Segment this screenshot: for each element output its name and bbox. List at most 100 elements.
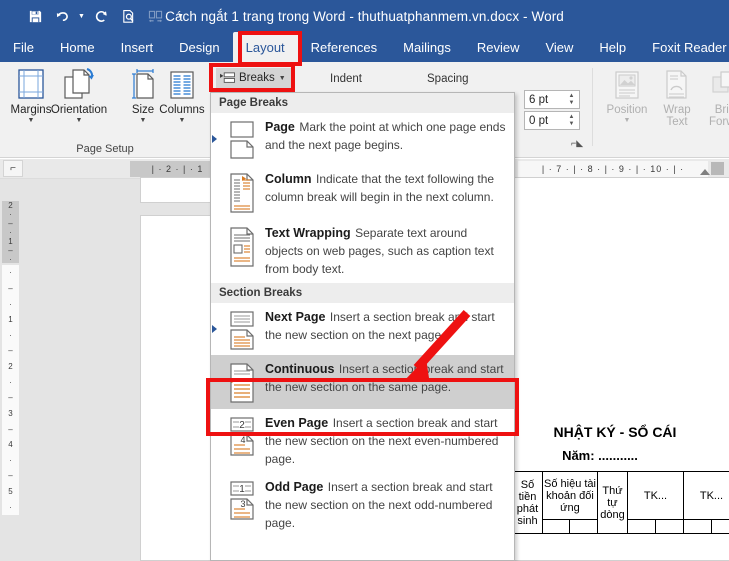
- ledger-table[interactable]: Số tiền phát sinh Số hiệu tài khoản đối …: [512, 471, 729, 534]
- spacing-before-stepper[interactable]: ▲▼: [565, 91, 578, 108]
- vruler-dash-b: –: [8, 246, 12, 255]
- tab-foxit-reader-pdf[interactable]: Foxit Reader PDF: [639, 32, 729, 62]
- th-so-tien-phat-sinh: Số tiền phát sinh: [513, 472, 543, 534]
- vruler-dash-a: –: [8, 219, 12, 228]
- vruler-dash-3: –: [8, 393, 12, 402]
- vruler-dot-b: ·: [9, 228, 12, 237]
- margins-icon: [14, 65, 48, 101]
- vruler-tick-3: 3: [8, 409, 12, 418]
- spacing-after-stepper[interactable]: ▲▼: [565, 112, 578, 129]
- menu-item-page-desc: Mark the point at which one page ends an…: [265, 120, 505, 152]
- breaks-dropdown-menu[interactable]: Page Breaks Page Mark the point at which…: [210, 92, 515, 561]
- menu-item-next-page[interactable]: Next Page Insert a section break and sta…: [211, 303, 514, 355]
- vruler-dot-2: ·: [9, 300, 12, 309]
- menu-item-continuous[interactable]: Continuous Insert a section break and st…: [211, 355, 514, 409]
- columns-icon: [167, 65, 197, 101]
- undo-dropdown-caret[interactable]: ▼: [76, 3, 87, 29]
- menu-item-even-page[interactable]: 24 Even Page Insert a section break and …: [211, 409, 514, 473]
- columns-button[interactable]: Columns ▼: [155, 65, 209, 125]
- cell-blank-4[interactable]: [655, 520, 683, 534]
- cell-blank-6[interactable]: [711, 520, 729, 534]
- menu-item-page-title: Page: [265, 120, 295, 134]
- orientation-button[interactable]: Orientation ▼: [52, 65, 106, 125]
- spacing-after-input[interactable]: 0 pt ▲▼: [524, 111, 580, 130]
- ribbon-group-page-setup: Margins ▼ Orientation ▼ Size ▼: [0, 62, 210, 158]
- spacing-before-input[interactable]: 6 pt ▲▼: [524, 90, 580, 109]
- tab-layout[interactable]: Layout: [233, 32, 298, 62]
- menu-item-even-page-title: Even Page: [265, 416, 328, 430]
- vruler-dot-6: ·: [9, 503, 12, 512]
- ribbon-tab-bar: File Home Insert Design Layout Reference…: [0, 32, 729, 62]
- paragraph-dialog-launcher[interactable]: ⌐◣: [571, 138, 583, 149]
- text-wrapping-break-icon: [219, 224, 265, 278]
- th-so-hieu-tai-khoan: Số hiệu tài khoản đối ứng: [543, 472, 598, 520]
- menu-item-page[interactable]: Page Mark the point at which one page en…: [211, 113, 514, 165]
- odd-page-break-icon: 13: [219, 478, 265, 532]
- cell-blank-5[interactable]: [683, 520, 711, 534]
- tab-view[interactable]: View: [532, 32, 586, 62]
- spacing-header: Spacing: [427, 73, 469, 85]
- vruler-dot-4: ·: [9, 378, 12, 387]
- orientation-label: Orientation: [51, 104, 107, 116]
- margins-dropdown-caret[interactable]: ▼: [28, 117, 35, 125]
- redo-icon[interactable]: [88, 3, 114, 29]
- page-setup-group-label: Page Setup: [0, 143, 210, 155]
- svg-text:3: 3: [240, 499, 245, 509]
- cell-blank-3[interactable]: [627, 520, 655, 534]
- save-icon[interactable]: [22, 3, 48, 29]
- tab-review[interactable]: Review: [464, 32, 533, 62]
- vertical-ruler[interactable]: 2 · – · 1 – · · – · 1 · – 2 · – 3 – 4 · …: [0, 179, 22, 561]
- undo-icon[interactable]: [49, 3, 75, 29]
- spacing-before-value: 6 pt: [529, 94, 548, 106]
- menu-item-page-text: Page Mark the point at which one page en…: [265, 118, 508, 160]
- position-button: Position ▼: [600, 65, 654, 125]
- tab-stop-left-icon[interactable]: ⌐: [3, 160, 23, 177]
- bring-forward-icon: [710, 65, 729, 101]
- orientation-dropdown-caret[interactable]: ▼: [76, 117, 83, 125]
- menu-item-continuous-title: Continuous: [265, 362, 334, 376]
- print-preview-icon[interactable]: [115, 3, 141, 29]
- svg-text:4: 4: [240, 435, 245, 445]
- margins-button[interactable]: Margins ▼: [4, 65, 58, 125]
- tab-mailings[interactable]: Mailings: [390, 32, 464, 62]
- svg-text:1: 1: [239, 484, 245, 495]
- wrap-text-label-2: Text: [666, 116, 687, 128]
- vruler-dash-5: –: [8, 471, 12, 480]
- bring-forward-label-1: Brin: [715, 104, 729, 116]
- th-tk-1: TK...: [627, 472, 683, 520]
- vruler-tick-2: 2: [8, 362, 12, 371]
- customize-qat-caret[interactable]: ▼: [175, 3, 186, 29]
- page-break-icon: [219, 118, 265, 160]
- columns-label: Columns: [159, 104, 204, 116]
- tab-file[interactable]: File: [0, 32, 47, 62]
- vruler-dot-3: ·: [9, 331, 12, 340]
- th-thu-tu-dong: Thứ tự dòng: [597, 472, 627, 534]
- breaks-button[interactable]: Breaks ▼: [216, 68, 292, 88]
- ruler-indent-marker[interactable]: [700, 169, 710, 175]
- bring-forward-label-2: Forwa: [709, 116, 729, 128]
- margins-label: Margins: [11, 104, 52, 116]
- vertical-ruler-lower: · – · 1 · – 2 · – 3 – 4 · – 5 ·: [2, 265, 19, 515]
- breaks-dropdown-caret[interactable]: ▼: [279, 75, 286, 82]
- tab-design[interactable]: Design: [166, 32, 232, 62]
- tab-references[interactable]: References: [298, 32, 390, 62]
- menu-item-column[interactable]: Column Indicate that the text following …: [211, 165, 514, 219]
- cell-blank-2[interactable]: [570, 520, 597, 534]
- menu-section-page-breaks: Page Breaks: [211, 93, 514, 113]
- column-break-icon: [219, 170, 265, 214]
- document-subheading: Năm: ...........: [500, 448, 700, 463]
- vruler-tick-2-top: 2: [8, 201, 12, 210]
- size-dropdown-caret[interactable]: ▼: [140, 117, 147, 125]
- ruler-grid-toggle-icon[interactable]: [711, 162, 724, 175]
- tab-insert[interactable]: Insert: [108, 32, 167, 62]
- th-tk-2: TK...: [683, 472, 729, 520]
- columns-dropdown-caret[interactable]: ▼: [179, 117, 186, 125]
- tab-help[interactable]: Help: [586, 32, 639, 62]
- menu-item-text-wrapping[interactable]: Text Wrapping Separate text around objec…: [211, 219, 514, 283]
- ruler-right-numbers: | · 7 · | · 8 · | · 9 · | · 10 · | ·: [518, 161, 708, 177]
- position-label: Position: [607, 104, 648, 116]
- cell-blank-1[interactable]: [543, 520, 570, 534]
- group-separator-2: [592, 68, 593, 146]
- menu-item-odd-page[interactable]: 13 Odd Page Insert a section break and s…: [211, 473, 514, 537]
- tab-home[interactable]: Home: [47, 32, 108, 62]
